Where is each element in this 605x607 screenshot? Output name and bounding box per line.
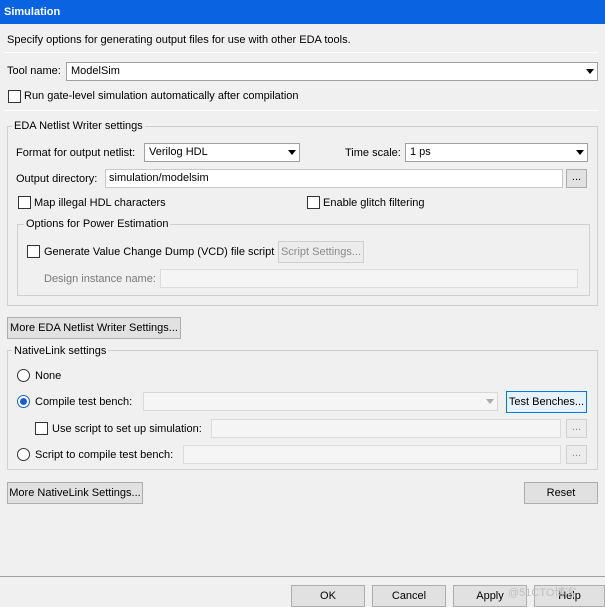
use-script-input[interactable] (211, 419, 561, 438)
vcd-label: Generate Value Change Dump (VCD) file sc… (44, 246, 275, 258)
output-dir-label: Output directory: (16, 173, 98, 185)
test-benches-button[interactable]: Test Benches... (506, 391, 587, 413)
timescale-label: Time scale: (345, 147, 401, 159)
format-value: Verilog HDL (149, 146, 208, 158)
script-settings-button[interactable]: Script Settings... (278, 241, 364, 263)
radio-script-compile[interactable] (17, 448, 30, 461)
output-dir-input[interactable]: simulation/modelsim (105, 169, 563, 188)
more-netlist-settings-button[interactable]: More EDA Netlist Writer Settings... (7, 317, 181, 339)
run-gate-level-checkbox[interactable] (8, 90, 21, 103)
use-script-browse-button[interactable]: ... (566, 419, 587, 438)
radio-compile-test-bench[interactable] (17, 395, 30, 408)
chevron-down-icon (586, 69, 594, 74)
script-compile-browse-button[interactable]: ... (566, 445, 587, 464)
format-label: Format for output netlist: (16, 147, 136, 159)
glitch-filter-label: Enable glitch filtering (323, 197, 425, 209)
more-nativelink-settings-button[interactable]: More NativeLink Settings... (7, 482, 143, 504)
chevron-down-icon (576, 150, 584, 155)
output-dir-browse-button[interactable]: ... (566, 169, 587, 188)
window-title: Simulation (0, 0, 605, 24)
use-script-label: Use script to set up simulation: (52, 423, 202, 435)
nativelink-group-title: NativeLink settings (12, 345, 109, 357)
script-compile-label: Script to compile test bench: (35, 449, 174, 461)
netlist-group-title: EDA Netlist Writer settings (12, 120, 145, 132)
timescale-select[interactable]: 1 ps (405, 143, 588, 162)
compile-tb-label: Compile test bench: (35, 396, 133, 408)
map-illegal-checkbox[interactable] (18, 196, 31, 209)
format-select[interactable]: Verilog HDL (144, 143, 300, 162)
chevron-down-icon (288, 150, 296, 155)
vcd-checkbox[interactable] (27, 245, 40, 258)
cancel-button[interactable]: Cancel (372, 585, 446, 607)
instance-name-label: Design instance name: (44, 273, 156, 285)
chevron-down-icon (486, 399, 494, 404)
divider (4, 52, 598, 53)
reset-button[interactable]: Reset (524, 482, 598, 504)
ok-button[interactable]: OK (291, 585, 365, 607)
radio-none-label: None (35, 370, 62, 382)
radio-none[interactable] (17, 369, 30, 382)
run-gate-level-label: Run gate-level simulation automatically … (24, 90, 299, 102)
instance-name-input[interactable] (160, 269, 578, 288)
footer-divider (0, 576, 605, 577)
script-compile-input[interactable] (183, 445, 561, 464)
map-illegal-label: Map illegal HDL characters (34, 197, 166, 209)
glitch-filter-checkbox[interactable] (307, 196, 320, 209)
divider (4, 110, 598, 111)
watermark: @51CTO博客 (508, 587, 577, 599)
compile-tb-select[interactable] (143, 392, 498, 411)
page-description: Specify options for generating output fi… (7, 34, 351, 46)
timescale-value: 1 ps (410, 146, 431, 158)
tool-name-select[interactable]: ModelSim (66, 62, 598, 81)
use-script-checkbox[interactable] (35, 422, 48, 435)
tool-name-label: Tool name: (7, 65, 61, 77)
tool-name-value: ModelSim (71, 65, 120, 77)
power-group-title: Options for Power Estimation (24, 218, 171, 230)
